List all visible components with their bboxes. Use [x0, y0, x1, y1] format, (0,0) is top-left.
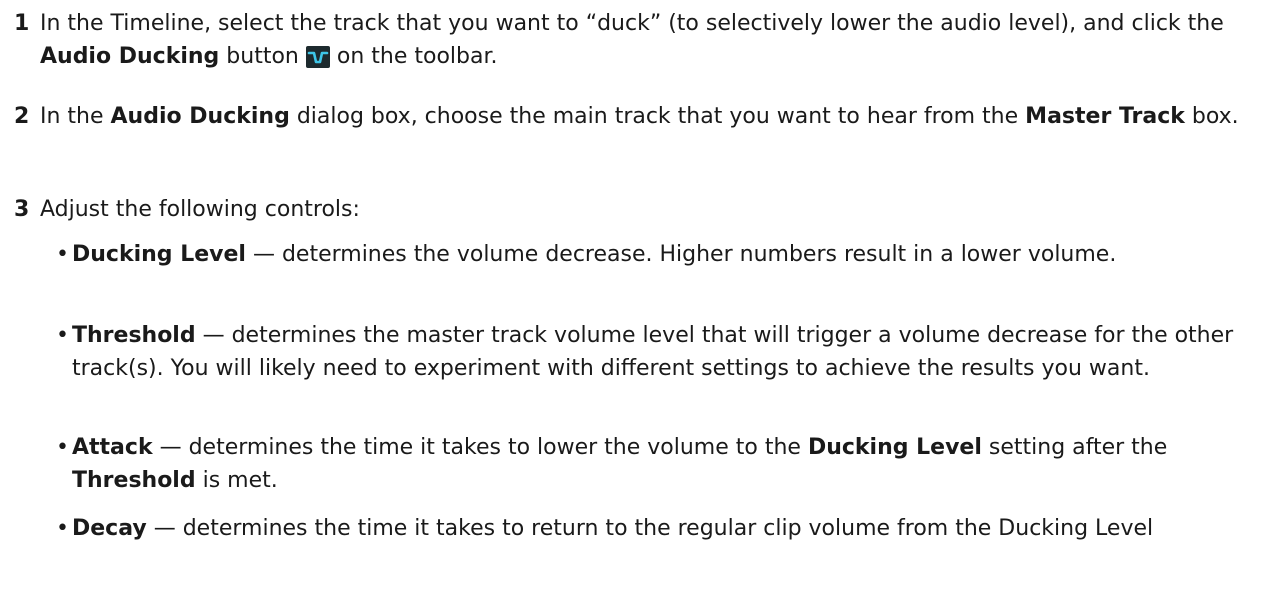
audio-ducking-icon [305, 46, 330, 68]
bullet-decay: • Decay — determines the time it takes t… [56, 512, 1251, 545]
term-master-track: Master Track [1025, 104, 1185, 129]
term-ducking-level: Ducking Level [72, 242, 246, 267]
bullet-text: Threshold — determines the master track … [72, 319, 1251, 385]
bullet-text-part: is met. [195, 468, 278, 493]
step-text: In the Timeline, select the track that y… [40, 7, 1251, 73]
bullet-ducking-level: • Ducking Level — determines the volume … [56, 238, 1251, 271]
step-number: 3 [14, 197, 30, 222]
step-3: 3 Adjust the following controls: [14, 193, 1251, 226]
bullet-dot: • [56, 323, 69, 348]
step-text-part: on the toolbar. [329, 44, 498, 69]
step-1: 1 In the Timeline, select the track that… [14, 7, 1251, 73]
term-audio-ducking: Audio Ducking [40, 44, 220, 69]
bullet-attack: • Attack — determines the time it takes … [56, 431, 1251, 497]
term-decay: Decay [72, 516, 147, 541]
step-text-part: dialog box, choose the main track that y… [289, 104, 1026, 129]
step-text-part: box. [1184, 104, 1239, 129]
step-text: In the Audio Ducking dialog box, choose … [40, 100, 1251, 133]
term-threshold: Threshold [72, 468, 196, 493]
term-attack: Attack [72, 435, 153, 460]
bullet-text: Ducking Level — determines the volume de… [72, 238, 1251, 271]
step-number: 2 [14, 104, 30, 129]
step-text: Adjust the following controls: [40, 197, 360, 222]
bullet-dot: • [56, 516, 69, 541]
term-threshold: Threshold [72, 323, 196, 348]
bullet-text: Attack — determines the time it takes to… [72, 431, 1251, 497]
step-text-part: In the Timeline, select the track that y… [40, 11, 1224, 36]
bullet-dot: • [56, 435, 69, 460]
step-text-part: button [219, 44, 306, 69]
bullet-text-part: — determines the time it takes to return… [146, 516, 1154, 541]
term-audio-ducking: Audio Ducking [110, 104, 290, 129]
help-document: 1 In the Timeline, select the track that… [0, 0, 1265, 603]
bullet-text-part: setting after the [981, 435, 1168, 460]
step-number: 1 [14, 11, 30, 36]
step-2: 2 In the Audio Ducking dialog box, choos… [14, 100, 1251, 133]
bullet-threshold: • Threshold — determines the master trac… [56, 319, 1251, 385]
bullet-text-part: — determines the master track volume lev… [72, 323, 1234, 381]
bullet-text-part: — determines the volume decrease. Higher… [245, 242, 1117, 267]
bullet-dot: • [56, 242, 69, 267]
step-text-part: In the [40, 104, 111, 129]
bullet-text: Decay — determines the time it takes to … [72, 512, 1251, 545]
bullet-text-part: — determines the time it takes to lower … [152, 435, 808, 460]
term-ducking-level: Ducking Level [807, 435, 982, 460]
